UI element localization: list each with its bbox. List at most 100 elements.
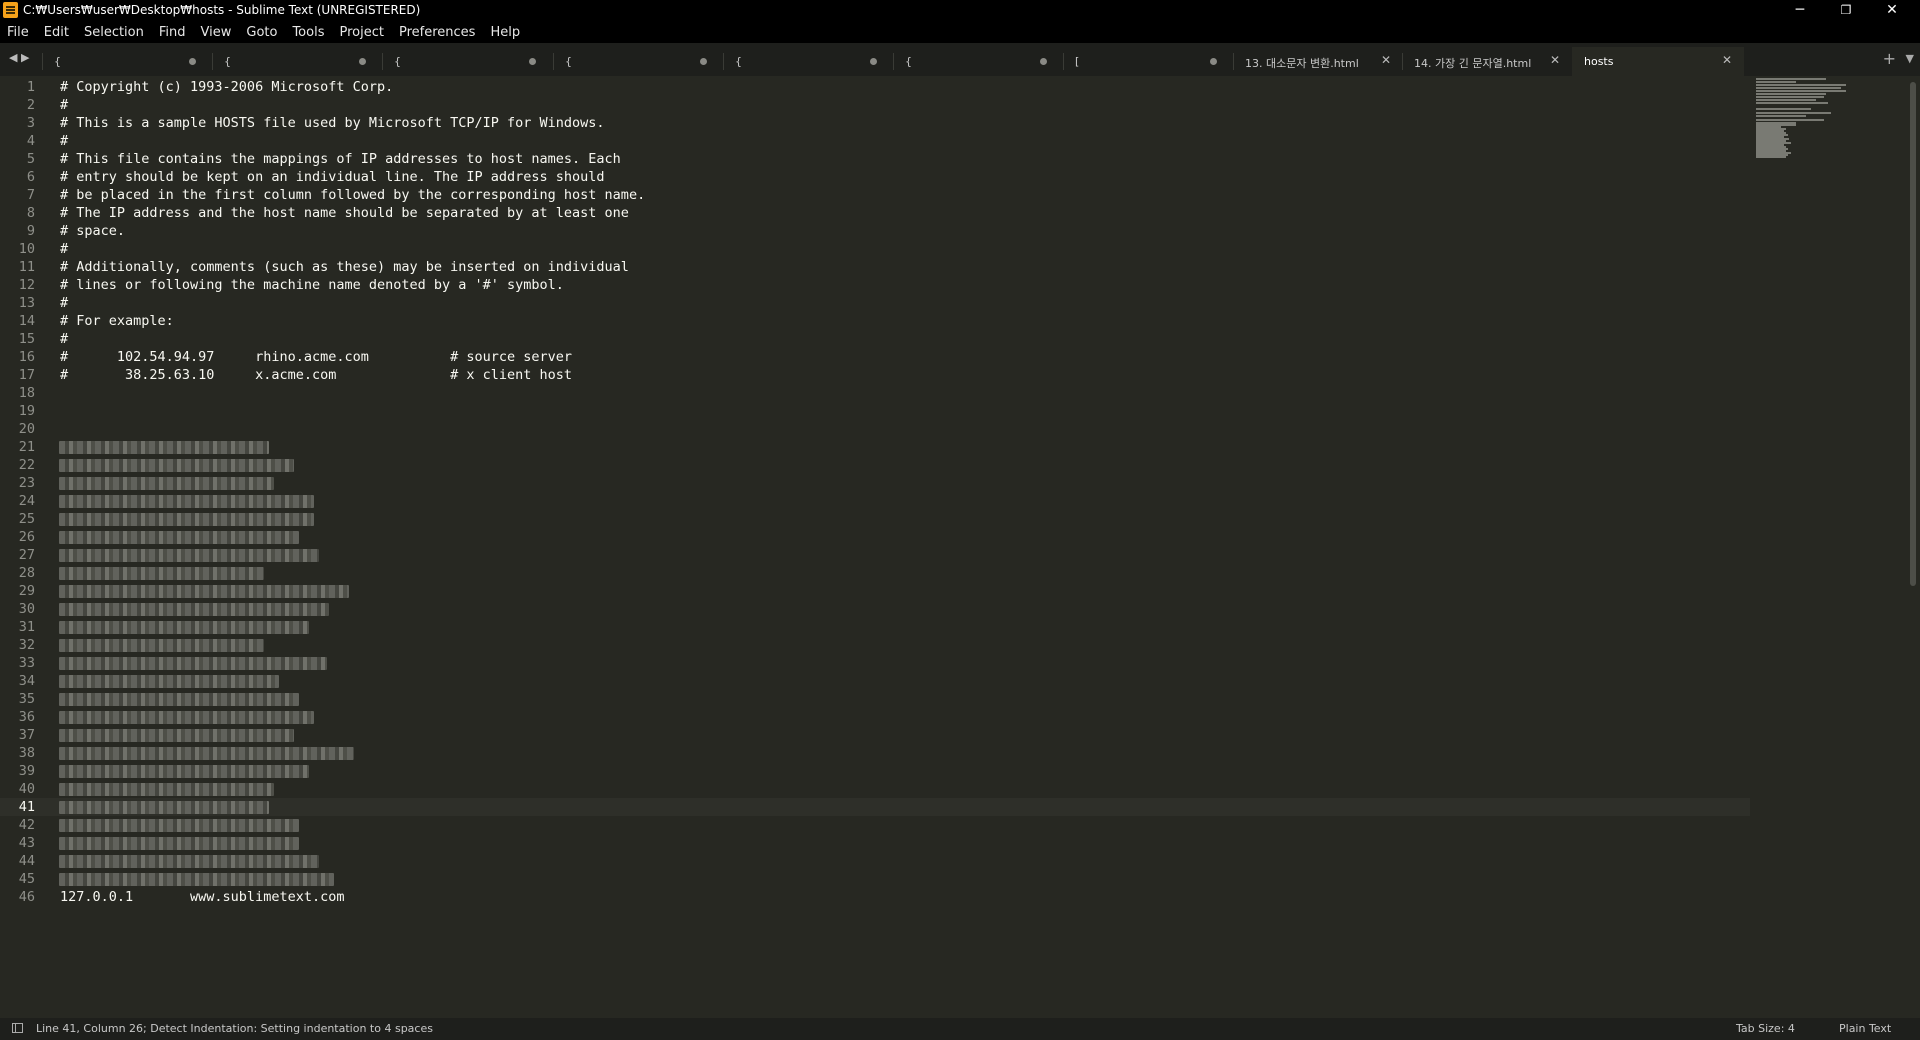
tab-scroll-arrows[interactable]: ◀ ▶ <box>9 51 29 64</box>
unsaved-dot-icon[interactable] <box>870 58 877 65</box>
tab-label: { <box>905 55 912 68</box>
syntax-selector[interactable]: Plain Text <box>1839 1022 1891 1035</box>
line-number: 32 <box>18 637 35 653</box>
panel-toggle-icon[interactable] <box>12 1023 23 1033</box>
code-line: # The IP address and the host name shoul… <box>60 205 629 221</box>
line-number: 34 <box>18 673 35 689</box>
redacted-host-entry <box>59 621 309 634</box>
tab-9[interactable]: 14. 가장 긴 문자열.html ✕ <box>1402 47 1572 76</box>
maximize-button[interactable]: ❐ <box>1823 0 1869 21</box>
line-number: 46 <box>18 889 35 905</box>
tab-list-menu-icon[interactable]: ▼ <box>1906 52 1914 65</box>
redacted-host-entry <box>59 549 319 562</box>
menu-item-help[interactable]: Help <box>490 25 520 40</box>
unsaved-dot-icon[interactable] <box>189 58 196 65</box>
code-line: # <box>60 295 69 311</box>
unsaved-dot-icon[interactable] <box>1040 58 1047 65</box>
tab-separator <box>212 53 213 70</box>
minimize-button[interactable]: ─ <box>1777 0 1823 21</box>
line-number-gutter: 1 2 3 4 5 6 7 8 9 10 11 12 13 14 15 16 17 18 19 20 21 22 23 24 2… <box>0 76 52 1018</box>
minimap[interactable] <box>1752 76 1892 196</box>
code-line: # be placed in the first column followed… <box>60 187 646 203</box>
line-number: 13 <box>18 295 35 311</box>
menu-item-selection[interactable]: Selection <box>84 25 144 40</box>
tab-separator <box>1402 53 1403 70</box>
menu-item-edit[interactable]: Edit <box>44 25 69 40</box>
tab-3[interactable]: { <box>382 47 552 76</box>
tab-4[interactable]: { <box>553 47 723 76</box>
redacted-host-entry <box>59 765 309 778</box>
line-number: 23 <box>18 475 35 491</box>
tab-5[interactable]: { <box>723 47 893 76</box>
status-message: Line 41, Column 26; Detect Indentation: … <box>36 1022 433 1035</box>
line-number: 20 <box>18 421 35 437</box>
line-number: 40 <box>18 781 35 797</box>
menu-item-find[interactable]: Find <box>159 25 186 40</box>
code-line: # For example: <box>60 313 174 329</box>
line-number: 7 <box>26 187 35 203</box>
line-number: 28 <box>18 565 35 581</box>
line-number: 5 <box>26 151 35 167</box>
tab-size-selector[interactable]: Tab Size: 4 <box>1736 1022 1795 1035</box>
tab-2[interactable]: { <box>212 47 382 76</box>
tab-separator <box>553 53 554 70</box>
minimap-line <box>1756 102 1828 104</box>
line-number: 37 <box>18 727 35 743</box>
redacted-host-entry <box>59 585 349 598</box>
line-number: 26 <box>18 529 35 545</box>
redacted-host-entry <box>59 855 319 868</box>
redacted-host-entry <box>59 603 329 616</box>
tab-1[interactable]: { <box>42 47 212 76</box>
menu-item-tools[interactable]: Tools <box>292 25 324 40</box>
tab-8[interactable]: 13. 대소문자 변환.html ✕ <box>1233 47 1403 76</box>
minimap-line <box>1756 81 1796 83</box>
tab-6[interactable]: { <box>893 47 1063 76</box>
tab-label: { <box>735 55 742 68</box>
minimap-line <box>1756 112 1831 114</box>
line-number: 39 <box>18 763 35 779</box>
tab-10[interactable]: hosts ✕ <box>1572 47 1744 76</box>
menu-item-file[interactable]: File <box>7 25 29 40</box>
line-number: 21 <box>18 439 35 455</box>
menu-item-preferences[interactable]: Preferences <box>399 25 475 40</box>
redacted-host-entry <box>59 783 274 796</box>
redacted-host-entry <box>59 495 314 508</box>
unsaved-dot-icon[interactable] <box>359 58 366 65</box>
tab-label: { <box>394 55 401 68</box>
menu-item-project[interactable]: Project <box>339 25 383 40</box>
close-tab-icon[interactable]: ✕ <box>1381 53 1391 67</box>
tab-separator <box>42 53 43 70</box>
line-number: 2 <box>26 97 35 113</box>
redacted-host-entry <box>59 531 299 544</box>
line-number: 25 <box>18 511 35 527</box>
minimap-line <box>1756 156 1786 158</box>
tab-separator <box>1233 53 1234 70</box>
code-line: # 102.54.94.97 rhino.acme.com # source s… <box>60 349 573 365</box>
editor-area[interactable]: 1 2 3 4 5 6 7 8 9 10 11 12 13 14 15 16 17 18 19 20 21 22 23 24 2… <box>0 76 1920 1018</box>
menu-item-goto[interactable]: Goto <box>246 25 277 40</box>
line-number: 9 <box>26 223 35 239</box>
code-line: # Additionally, comments (such as these)… <box>60 259 629 275</box>
unsaved-dot-icon[interactable] <box>700 58 707 65</box>
code-line: # space. <box>60 223 126 239</box>
unsaved-dot-icon[interactable] <box>1210 58 1217 65</box>
code-line: # <box>60 241 69 257</box>
line-number: 8 <box>26 205 35 221</box>
code-line: # <box>60 331 69 347</box>
sublime-app-icon <box>3 2 18 18</box>
menu-item-view[interactable]: View <box>201 25 232 40</box>
close-tab-icon[interactable]: ✕ <box>1550 53 1560 67</box>
tab-7[interactable]: [ <box>1063 47 1233 76</box>
minimap-line <box>1756 93 1826 95</box>
redacted-host-entry <box>59 819 299 832</box>
line-number: 38 <box>18 745 35 761</box>
close-window-button[interactable]: ✕ <box>1869 0 1915 21</box>
code-line: # entry should be kept on an individual … <box>60 169 605 185</box>
minimap-line <box>1756 96 1824 98</box>
line-number: 19 <box>18 403 35 419</box>
close-tab-icon[interactable]: ✕ <box>1722 53 1732 67</box>
vertical-scrollbar[interactable] <box>1910 82 1916 586</box>
new-tab-button[interactable]: + <box>1883 49 1896 68</box>
unsaved-dot-icon[interactable] <box>529 58 536 65</box>
line-number: 4 <box>26 133 35 149</box>
